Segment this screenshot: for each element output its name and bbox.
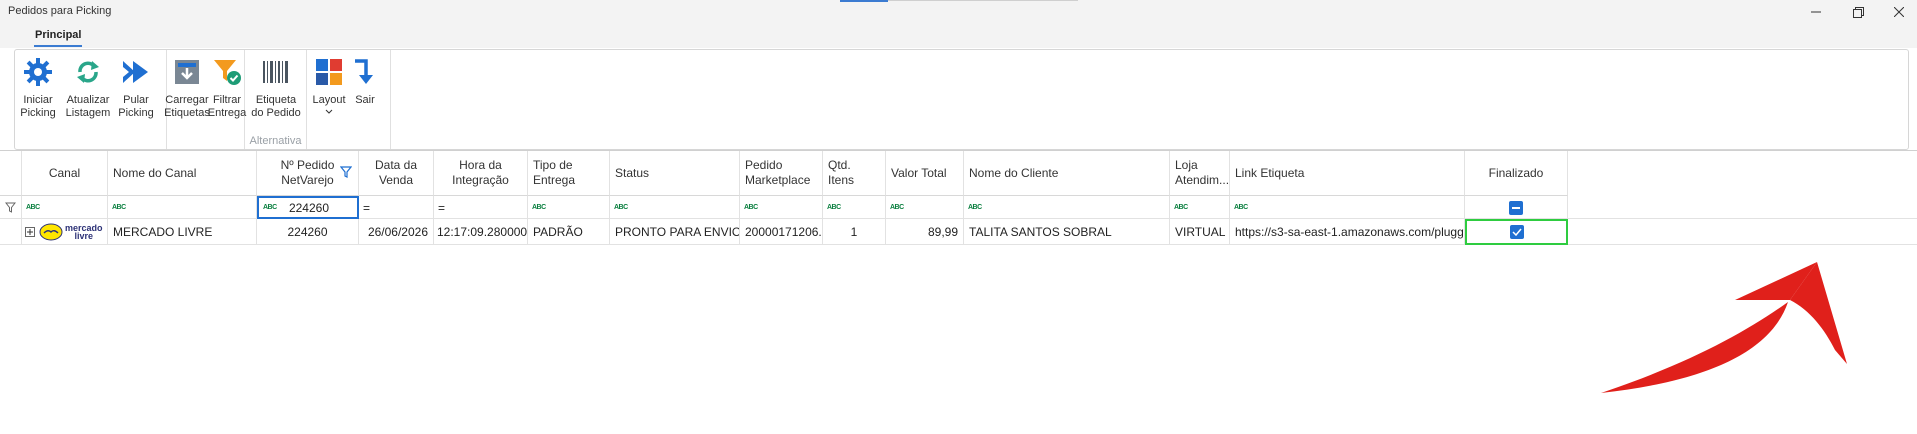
atualizar-listagem-button[interactable]: Atualizar Listagem xyxy=(65,56,111,120)
minimize-button[interactable] xyxy=(1801,2,1831,22)
title-accent-line xyxy=(888,0,1078,1)
cell-pedido: 224260 xyxy=(257,219,359,245)
chevron-down-icon xyxy=(325,109,333,114)
filtrar-entrega-button[interactable]: Filtrar Entrega xyxy=(207,56,247,120)
title-accent xyxy=(840,0,888,2)
filtrar-entrega-label: Filtrar Entrega xyxy=(207,94,247,119)
header-canal[interactable]: Canal xyxy=(22,151,108,196)
row-indicator xyxy=(0,219,22,245)
filter-status[interactable]: ABC xyxy=(610,196,740,219)
checkmark-icon xyxy=(1509,225,1524,239)
close-icon xyxy=(1894,7,1904,17)
filter-pedido-input[interactable]: ABC 224260 xyxy=(257,196,359,219)
header-qtd[interactable]: Qtd. Itens xyxy=(823,151,886,196)
auto-filter-row: ABC ABC ABC 224260 = = ABC ABC ABC ABC A… xyxy=(0,196,1917,219)
carregar-etiquetas-label: Carregar Etiquetas xyxy=(164,94,210,119)
header-cliente[interactable]: Nome do Cliente xyxy=(964,151,1170,196)
header-finalizado[interactable]: Finalizado xyxy=(1465,151,1568,196)
header-nome-canal[interactable]: Nome do Canal xyxy=(108,151,257,196)
filter-tipo[interactable]: ABC xyxy=(528,196,610,219)
load-labels-icon xyxy=(171,56,203,88)
ribbon-group-alternativa: Etiqueta do Pedido Alternativa xyxy=(245,50,307,149)
sair-button[interactable]: Sair xyxy=(351,56,379,107)
filter-nome-canal[interactable]: ABC xyxy=(108,196,257,219)
header-tipo[interactable]: Tipo de Entrega xyxy=(528,151,610,196)
cell-marketplace: 20000171206... xyxy=(740,219,823,245)
filter-marketplace[interactable]: ABC xyxy=(740,196,823,219)
layout-button[interactable]: Layout xyxy=(311,56,347,115)
cell-data: 26/06/2026 xyxy=(359,219,434,245)
title-bar: Pedidos para Picking xyxy=(0,0,1917,22)
restore-button[interactable] xyxy=(1843,2,1873,22)
cell-loja: VIRTUAL xyxy=(1170,219,1230,245)
sair-label: Sair xyxy=(355,94,375,106)
skip-forward-icon xyxy=(120,56,152,88)
header-pedido[interactable]: Nº Pedido NetVarejo xyxy=(257,151,359,196)
carregar-etiquetas-button[interactable]: Carregar Etiquetas xyxy=(164,56,210,120)
expand-icon[interactable] xyxy=(25,227,35,237)
filter-hora[interactable]: = xyxy=(434,196,528,219)
barcode-icon xyxy=(260,56,292,88)
filter-row-icon xyxy=(0,196,22,219)
cell-status: PRONTO PARA ENVIO xyxy=(610,219,740,245)
filter-canal[interactable]: ABC xyxy=(22,196,108,219)
cell-valor: 89,99 xyxy=(886,219,964,245)
exit-arrow-icon xyxy=(349,56,381,88)
header-loja[interactable]: Loja Atendim... xyxy=(1170,151,1230,196)
layout-label: Layout xyxy=(312,94,346,106)
gear-icon xyxy=(22,56,54,88)
cell-nome-canal: MERCADO LIVRE xyxy=(108,219,257,245)
ribbon-group-etiquetas: Carregar Etiquetas Filtrar Entrega xyxy=(164,50,247,149)
filter-valor[interactable]: ABC xyxy=(886,196,964,219)
filter-data[interactable]: = xyxy=(359,196,434,219)
header-indicator xyxy=(0,151,22,196)
header-marketplace[interactable]: Pedido Marketplace xyxy=(740,151,823,196)
filter-loja[interactable]: ABC xyxy=(1170,196,1230,219)
etiqueta-pedido-label: Etiqueta do Pedido xyxy=(251,94,301,119)
column-filter-icon[interactable] xyxy=(340,166,352,178)
header-status[interactable]: Status xyxy=(610,151,740,196)
filter-link[interactable]: ABC xyxy=(1230,196,1465,219)
cell-link[interactable]: https://s3-sa-east-1.amazonaws.com/plugg… xyxy=(1230,219,1465,245)
cell-finalizado-checkbox[interactable] xyxy=(1465,219,1568,245)
cell-tipo: PADRÃO xyxy=(528,219,610,245)
indeterminate-checkbox-icon xyxy=(1509,200,1523,215)
pular-picking-label: Pular Picking xyxy=(118,94,154,119)
minimize-icon xyxy=(1811,11,1821,13)
cell-qtd: 1 xyxy=(823,219,886,245)
pular-picking-button[interactable]: Pular Picking xyxy=(118,56,154,120)
layout-icon xyxy=(313,56,345,88)
filter-check-icon xyxy=(211,56,243,88)
header-link[interactable]: Link Etiqueta xyxy=(1230,151,1465,196)
mercado-livre-wordmark: mercado livre xyxy=(65,223,103,241)
refresh-icon xyxy=(72,56,104,88)
etiqueta-pedido-button[interactable]: Etiqueta do Pedido xyxy=(251,56,301,120)
iniciar-picking-button[interactable]: Iniciar Picking xyxy=(20,56,56,120)
cell-canal: mercado livre xyxy=(22,219,108,245)
header-data[interactable]: Data da Venda xyxy=(359,151,434,196)
header-valor[interactable]: Valor Total xyxy=(886,151,964,196)
atualizar-listagem-label: Atualizar Listagem xyxy=(65,94,111,119)
header-hora[interactable]: Hora da Integração xyxy=(434,151,528,196)
table-row[interactable]: mercado livre MERCADO LIVRE 224260 26/06… xyxy=(0,219,1917,245)
cell-hora: 12:17:09.2800000 xyxy=(434,219,528,245)
iniciar-picking-label: Iniciar Picking xyxy=(20,94,56,119)
ribbon-group-layout: Layout Sair xyxy=(307,50,391,149)
tab-principal[interactable]: Principal xyxy=(35,29,81,41)
close-button[interactable] xyxy=(1884,2,1914,22)
filter-cliente[interactable]: ABC xyxy=(964,196,1170,219)
mercado-livre-logo xyxy=(39,223,63,241)
filter-qtd[interactable]: ABC xyxy=(823,196,886,219)
filter-icon xyxy=(5,202,16,213)
restore-icon xyxy=(1852,6,1864,18)
filter-finalizado-checkbox[interactable] xyxy=(1465,196,1568,219)
orders-grid: Canal Nome do Canal Nº Pedido NetVarejo … xyxy=(0,150,1917,434)
tab-underline xyxy=(34,45,82,47)
ribbon-tabs: Principal xyxy=(0,22,1917,48)
ribbon: Iniciar Picking Atualizar Listagem Pular… xyxy=(14,49,1909,150)
window-title: Pedidos para Picking xyxy=(8,5,112,17)
group-label-alternativa: Alternativa xyxy=(249,135,302,147)
cell-cliente: TALITA SANTOS SOBRAL xyxy=(964,219,1170,245)
ribbon-group-picking: Iniciar Picking Atualizar Listagem Pular… xyxy=(15,50,167,149)
